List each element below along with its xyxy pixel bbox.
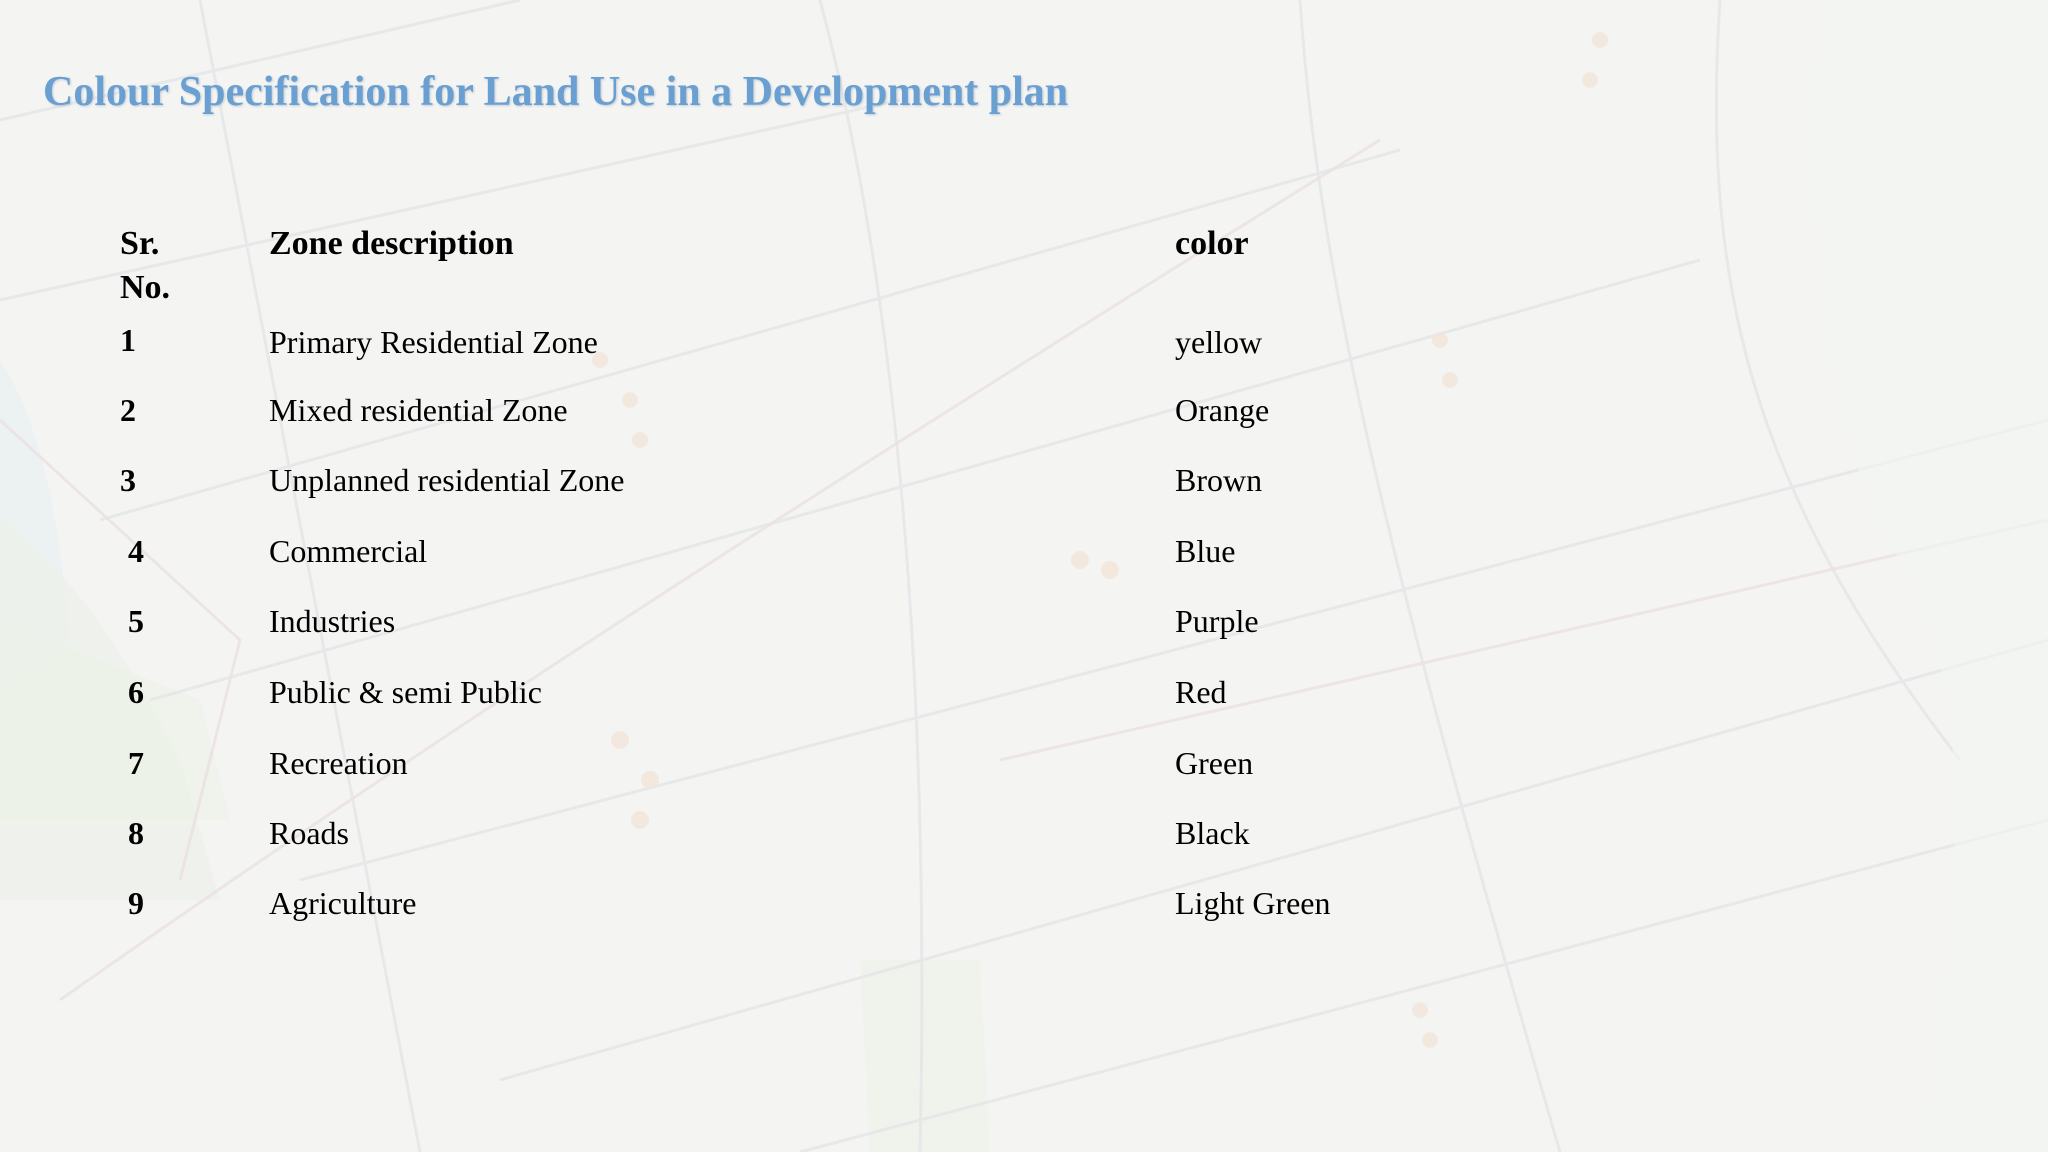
row-2-sr: 2 — [120, 392, 136, 428]
row-4-zone: Commercial — [269, 533, 428, 569]
row-5-sr: 5 — [128, 603, 144, 639]
row-1-sr: 1 — [120, 322, 136, 358]
row-1-color: yellow — [1175, 324, 1263, 360]
row-4-sr: 4 — [128, 533, 144, 569]
row-8-sr: 8 — [128, 815, 144, 851]
row-6-zone: Public & semi Public — [269, 674, 542, 710]
row-3-color: Brown — [1175, 462, 1263, 498]
row-7-color: Green — [1175, 745, 1254, 781]
header-sr-line2: No. — [120, 269, 171, 306]
row-9-color: Light Green — [1175, 885, 1331, 921]
row-7-zone: Recreation — [269, 745, 408, 781]
row-1-zone: Primary Residential Zone — [269, 324, 598, 360]
row-2-color: Orange — [1175, 392, 1270, 428]
row-8-zone: Roads — [269, 815, 349, 851]
slide: Colour Specification for Land Use in a D… — [0, 0, 2048, 1152]
row-7-sr: 7 — [128, 745, 144, 781]
row-5-color: Purple — [1175, 603, 1259, 639]
header-sr-no: Sr. No. — [120, 222, 170, 310]
row-3-sr: 3 — [120, 462, 136, 498]
header-zone-description: Zone description — [269, 225, 514, 262]
row-2-zone: Mixed residential Zone — [269, 392, 568, 428]
row-5-zone: Industries — [269, 603, 396, 639]
row-9-zone: Agriculture — [269, 885, 417, 921]
header-sr-line1: Sr. — [120, 225, 160, 262]
row-3-zone: Unplanned residential Zone — [269, 462, 625, 498]
row-6-color: Red — [1175, 674, 1227, 710]
row-8-color: Black — [1175, 815, 1250, 851]
row-9-sr: 9 — [128, 885, 144, 921]
row-6-sr: 6 — [128, 674, 144, 710]
row-4-color: Blue — [1175, 533, 1236, 569]
slide-title: Colour Specification for Land Use in a D… — [43, 69, 1069, 115]
header-color: color — [1175, 225, 1249, 262]
